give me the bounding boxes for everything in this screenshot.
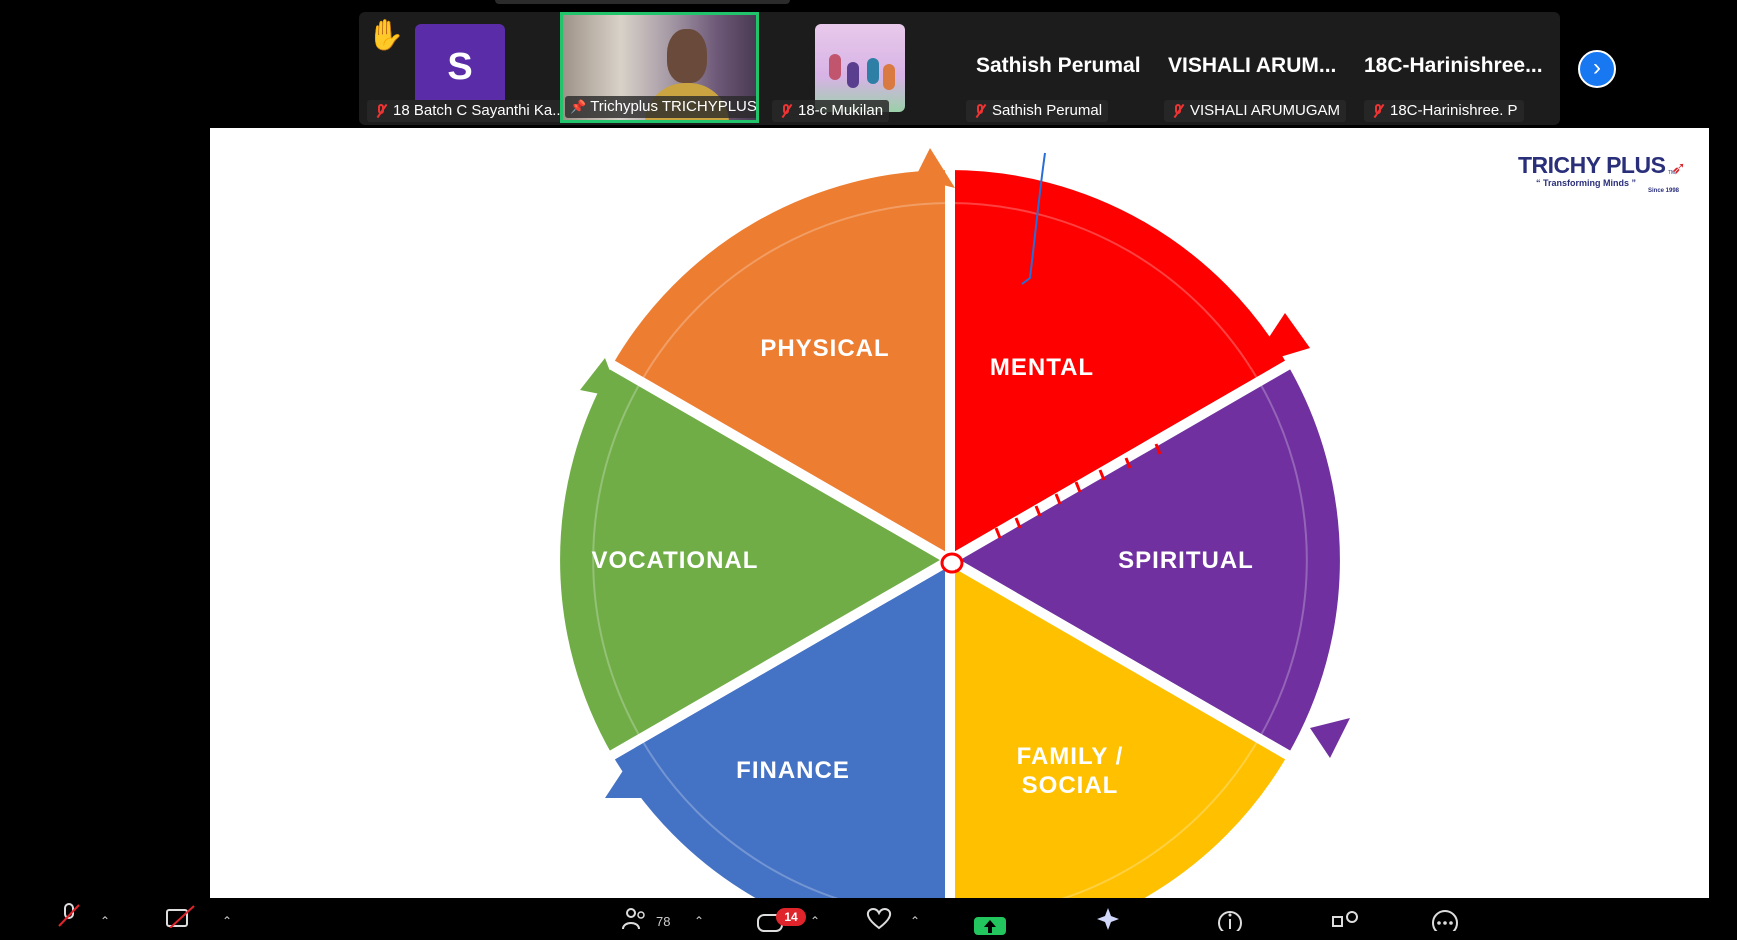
shared-screen-slide: MENTAL SPIRITUAL FAMILY / SOCIAL FINANCE… [210, 128, 1709, 898]
share-screen-icon[interactable] [974, 912, 1006, 940]
more-icon[interactable] [1430, 908, 1460, 936]
chevron-up-icon[interactable]: ⌃ [100, 914, 110, 928]
next-page-button[interactable]: › [1578, 50, 1616, 88]
participant-tile[interactable]: VISHALI ARUMUGAM [1160, 12, 1350, 125]
heart-icon[interactable] [864, 906, 894, 935]
label-spiritual: SPIRITUAL [1118, 547, 1254, 574]
trichy-plus-logo: TRICHY PLUS TM ➶ “ Transforming Minds ” … [1518, 152, 1687, 194]
mic-muted-icon[interactable] [56, 902, 82, 933]
participant-name-label: 18C-Harinishree. P [1364, 100, 1524, 122]
speaker-face [667, 29, 707, 83]
participant-name-label: 18 Batch C Sayanthi Ka... [367, 100, 571, 122]
active-speaker-video[interactable]: 📌 Trichyplus TRICHYPLUS [560, 12, 759, 123]
participant-tile[interactable]: 18C-Harinishree. P [1360, 12, 1530, 125]
participant-name-label: Sathish Perumal [966, 100, 1109, 122]
arrowhead [1310, 718, 1350, 758]
wellness-wheel [550, 148, 1350, 898]
label-vocational: VOCATIONAL [591, 547, 759, 574]
participant-name-label: VISHALI ARUMUGAM [1164, 100, 1347, 122]
label-physical: PHYSICAL [760, 335, 890, 362]
label-finance: FINANCE [736, 757, 850, 784]
mic-muted-icon [778, 103, 794, 119]
mic-muted-icon [1170, 103, 1186, 119]
label-family: FAMILY / SOCIAL [1016, 743, 1124, 799]
participant-tile[interactable]: Sathish Perumal [962, 12, 1132, 125]
mic-muted-icon [1370, 103, 1386, 119]
chevron-up-icon[interactable]: ⌃ [910, 914, 920, 928]
apps-icon[interactable] [1330, 908, 1360, 936]
mic-muted-icon [972, 103, 988, 119]
top-handle[interactable] [495, 0, 790, 4]
info-icon[interactable] [1216, 908, 1244, 936]
mic-muted-icon [373, 103, 389, 119]
chevron-up-icon[interactable]: ⌃ [222, 914, 232, 928]
video-off-icon[interactable] [166, 904, 196, 933]
chevron-up-icon[interactable]: ⌃ [810, 914, 820, 928]
participant-tile[interactable]: 18-c Mukilan [768, 12, 890, 125]
participant-tile[interactable]: 18 Batch C Sayanthi Ka... [363, 12, 571, 125]
participant-name-label: 📌 Trichyplus TRICHYPLUS [565, 96, 756, 118]
participants-count: 78 [656, 914, 671, 929]
bird-icon: ➶ [1671, 158, 1687, 178]
sparkle-icon[interactable] [1096, 906, 1124, 935]
pin-icon: 📌 [570, 99, 587, 114]
label-mental: MENTAL [989, 354, 1095, 381]
chevron-right-icon: › [1593, 54, 1601, 81]
chevron-up-icon[interactable]: ⌃ [694, 914, 704, 928]
participant-name-label: 18-c Mukilan [772, 100, 890, 122]
chat-unread-badge: 14 [776, 908, 806, 926]
